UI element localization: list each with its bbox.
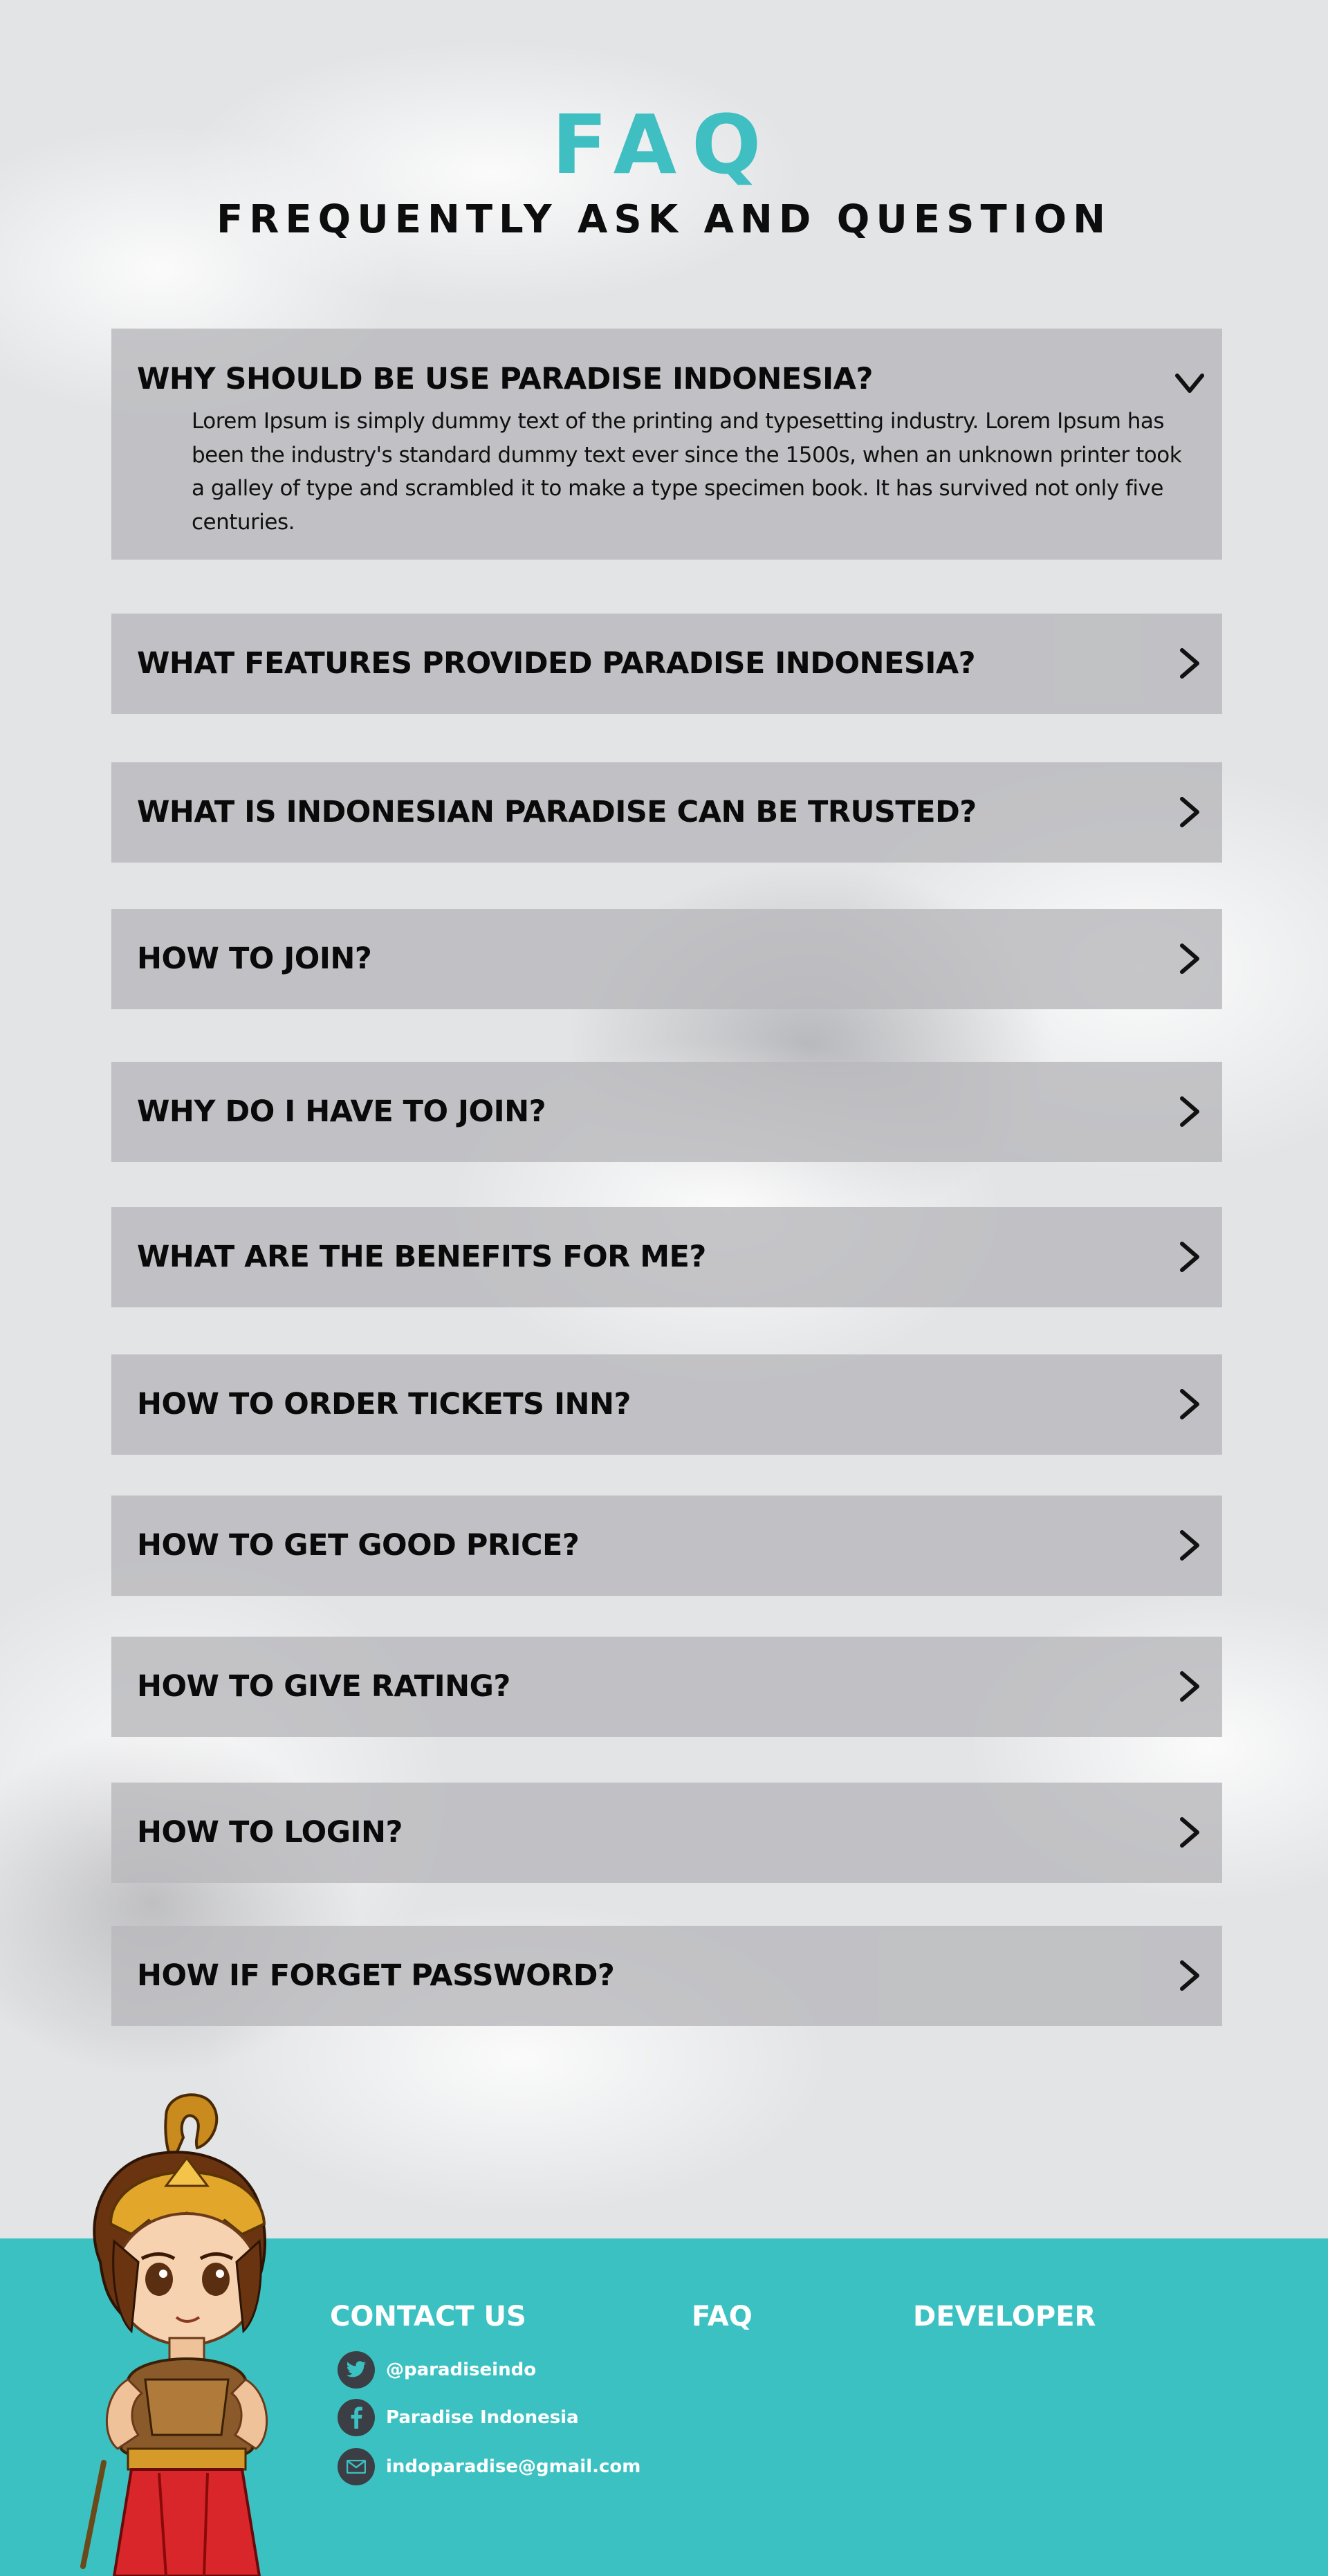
chevron-right-icon[interactable]	[1174, 1960, 1206, 1991]
contact-twitter[interactable]: @paradiseindo	[338, 2350, 536, 2389]
page-subtitle: FREQUENTLY ASK AND QUESTION	[216, 197, 1112, 242]
faq-question: WHAT ARE THE BENEFITS FOR ME?	[137, 1240, 706, 1274]
chevron-down-icon[interactable]	[1174, 367, 1206, 399]
chevron-right-icon[interactable]	[1174, 647, 1206, 679]
mail-icon	[338, 2448, 375, 2485]
faq-item[interactable]: HOW TO LOGIN?	[111, 1783, 1222, 1883]
faq-item[interactable]: WHAT FEATURES PROVIDED PARADISE INDONESI…	[111, 614, 1222, 714]
contact-email[interactable]: indoparadise@gmail.com	[338, 2447, 640, 2486]
faq-item[interactable]: HOW TO ORDER TICKETS INN?	[111, 1354, 1222, 1455]
faq-item-expanded[interactable]: WHY SHOULD BE USE PARADISE INDONESIA? Lo…	[111, 329, 1222, 560]
chevron-right-icon[interactable]	[1174, 1096, 1206, 1128]
faq-question: WHY SHOULD BE USE PARADISE INDONESIA?	[137, 362, 873, 396]
twitter-icon	[338, 2351, 375, 2389]
faq-answer: Lorem Ipsum is simply dummy text of the …	[192, 409, 1182, 535]
chevron-right-icon[interactable]	[1174, 1671, 1206, 1702]
page-title: FAQ	[551, 97, 777, 192]
faq-item[interactable]: HOW TO JOIN?	[111, 909, 1222, 1009]
faq-item[interactable]: WHAT IS INDONESIAN PARADISE CAN BE TRUST…	[111, 762, 1222, 863]
contact-twitter-text: @paradiseindo	[386, 2359, 537, 2380]
chevron-right-icon[interactable]	[1174, 943, 1206, 975]
chevron-right-icon[interactable]	[1174, 1241, 1206, 1273]
faq-question: WHAT FEATURES PROVIDED PARADISE INDONESI…	[137, 646, 976, 681]
footer-faq-link[interactable]: FAQ	[692, 2301, 753, 2333]
faq-question: HOW TO JOIN?	[137, 941, 372, 976]
contact-facebook-text: Paradise Indonesia	[386, 2407, 579, 2428]
facebook-icon	[338, 2399, 375, 2436]
faq-question: WHY DO I HAVE TO JOIN?	[137, 1094, 546, 1129]
faq-question: WHAT IS INDONESIAN PARADISE CAN BE TRUST…	[137, 795, 977, 829]
faq-item[interactable]: WHY DO I HAVE TO JOIN?	[111, 1062, 1222, 1162]
chevron-right-icon[interactable]	[1174, 796, 1206, 828]
contact-email-text: indoparadise@gmail.com	[386, 2456, 641, 2477]
faq-item[interactable]: HOW TO GIVE RATING?	[111, 1637, 1222, 1737]
chevron-right-icon[interactable]	[1174, 1529, 1206, 1561]
faq-question: HOW TO LOGIN?	[137, 1815, 403, 1850]
contact-facebook[interactable]: Paradise Indonesia	[338, 2398, 579, 2437]
footer-developer-link[interactable]: DEVELOPER	[913, 2301, 1096, 2333]
faq-page: FAQ FREQUENTLY ASK AND QUESTION WHY SHOU…	[0, 0, 1328, 2576]
chevron-right-icon[interactable]	[1174, 1388, 1206, 1420]
footer-contact-title: CONTACT US	[330, 2301, 526, 2333]
faq-question: HOW TO ORDER TICKETS INN?	[137, 1387, 631, 1422]
chevron-right-icon[interactable]	[1174, 1816, 1206, 1848]
faq-item[interactable]: HOW TO GET GOOD PRICE?	[111, 1496, 1222, 1596]
mascot-character-illustration	[80, 2093, 268, 2576]
faq-item[interactable]: HOW IF FORGET PASSWORD?	[111, 1926, 1222, 2026]
faq-question: HOW IF FORGET PASSWORD?	[137, 1958, 615, 1993]
faq-question: HOW TO GET GOOD PRICE?	[137, 1528, 580, 1563]
faq-item[interactable]: WHAT ARE THE BENEFITS FOR ME?	[111, 1207, 1222, 1307]
faq-question: HOW TO GIVE RATING?	[137, 1669, 510, 1704]
